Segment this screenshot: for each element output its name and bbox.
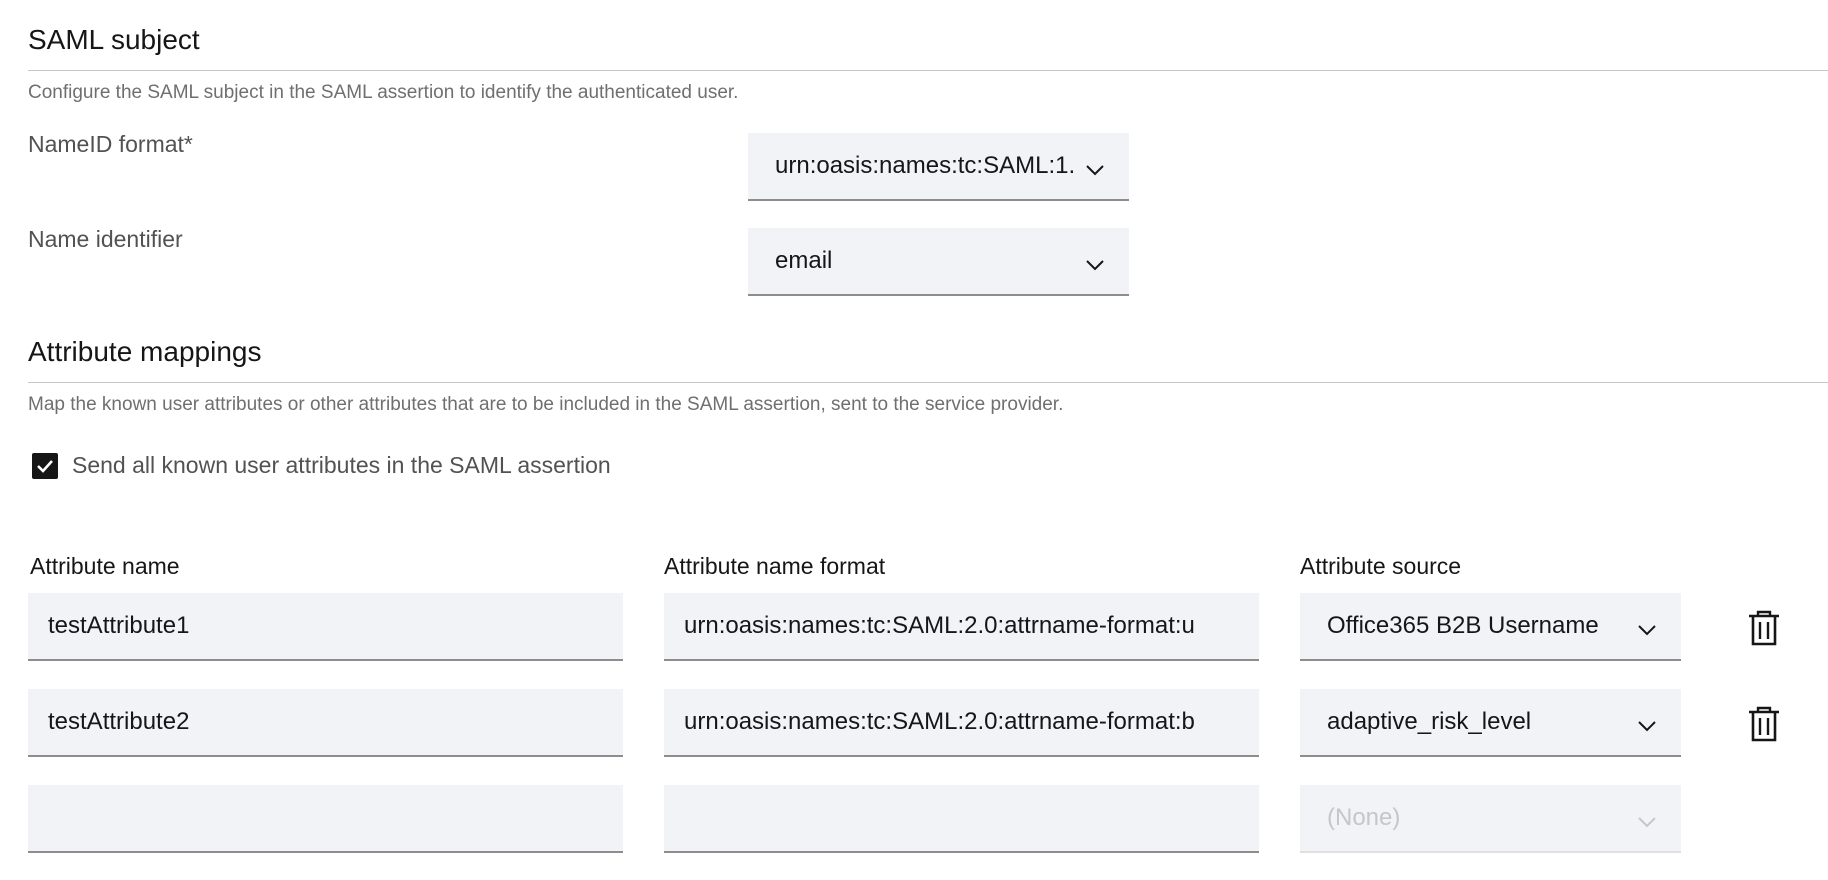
nameid-format-select[interactable]: urn:oasis:names:tc:SAML:1.1:nameid-forma… xyxy=(748,133,1129,201)
column-attribute-name: Attribute name xyxy=(30,553,180,579)
attribute-mappings-divider xyxy=(28,382,1828,383)
send-all-attributes-label: Send all known user attributes in the SA… xyxy=(72,452,611,478)
attribute-name-input-1[interactable]: testAttribute1 xyxy=(28,593,623,661)
attribute-name-input-2[interactable]: testAttribute2 xyxy=(28,689,623,757)
attribute-source-select-2[interactable]: adaptive_risk_level xyxy=(1300,689,1681,757)
column-attribute-source: Attribute source xyxy=(1300,553,1462,579)
attribute-name-value: testAttribute1 xyxy=(48,612,190,639)
name-identifier-select[interactable]: email xyxy=(748,228,1129,296)
attribute-name-format-value: urn:oasis:names:tc:SAML:2.0:attrname-for… xyxy=(684,708,1195,735)
nameid-format-label: NameID format* xyxy=(28,131,193,157)
name-identifier-label: Name identifier xyxy=(28,226,183,252)
attribute-name-value: testAttribute2 xyxy=(48,708,190,735)
checkmark-icon xyxy=(37,459,53,473)
chevron-down-icon xyxy=(1638,625,1656,636)
send-all-attributes-row[interactable]: Send all known user attributes in the SA… xyxy=(32,452,611,479)
attribute-name-format-input-3[interactable] xyxy=(664,785,1259,853)
attribute-name-format-input-2[interactable]: urn:oasis:names:tc:SAML:2.0:attrname-for… xyxy=(664,689,1259,757)
trash-icon[interactable] xyxy=(1747,610,1781,646)
attribute-source-value: adaptive_risk_level xyxy=(1327,708,1532,735)
attribute-source-value: Office365 B2B Username xyxy=(1327,612,1599,639)
saml-subject-title: SAML subject xyxy=(28,24,200,55)
trash-icon[interactable] xyxy=(1747,706,1781,742)
saml-subject-helper: Configure the SAML subject in the SAML a… xyxy=(28,82,739,103)
attribute-mappings-title: Attribute mappings xyxy=(28,336,262,367)
attribute-name-input-3[interactable] xyxy=(28,785,623,853)
attribute-mappings-helper: Map the known user attributes or other a… xyxy=(28,394,1064,415)
saml-subject-divider xyxy=(28,70,1828,71)
chevron-down-icon xyxy=(1638,817,1656,828)
name-identifier-value: email xyxy=(775,247,833,274)
attribute-source-select-1[interactable]: Office365 B2B Username xyxy=(1300,593,1681,661)
attribute-name-format-value: urn:oasis:names:tc:SAML:2.0:attrname-for… xyxy=(684,612,1195,639)
attribute-source-select-3[interactable]: (None) xyxy=(1300,785,1681,853)
column-attribute-name-format: Attribute name format xyxy=(664,553,886,579)
send-all-attributes-checkbox[interactable] xyxy=(32,452,58,479)
chevron-down-icon xyxy=(1638,721,1656,732)
attribute-source-value: (None) xyxy=(1327,804,1401,831)
chevron-down-icon xyxy=(1086,165,1104,176)
attribute-name-format-input-1[interactable]: urn:oasis:names:tc:SAML:2.0:attrname-for… xyxy=(664,593,1259,661)
chevron-down-icon xyxy=(1086,260,1104,271)
nameid-format-value: urn:oasis:names:tc:SAML:1.1:nameid-forma… xyxy=(775,152,1073,179)
